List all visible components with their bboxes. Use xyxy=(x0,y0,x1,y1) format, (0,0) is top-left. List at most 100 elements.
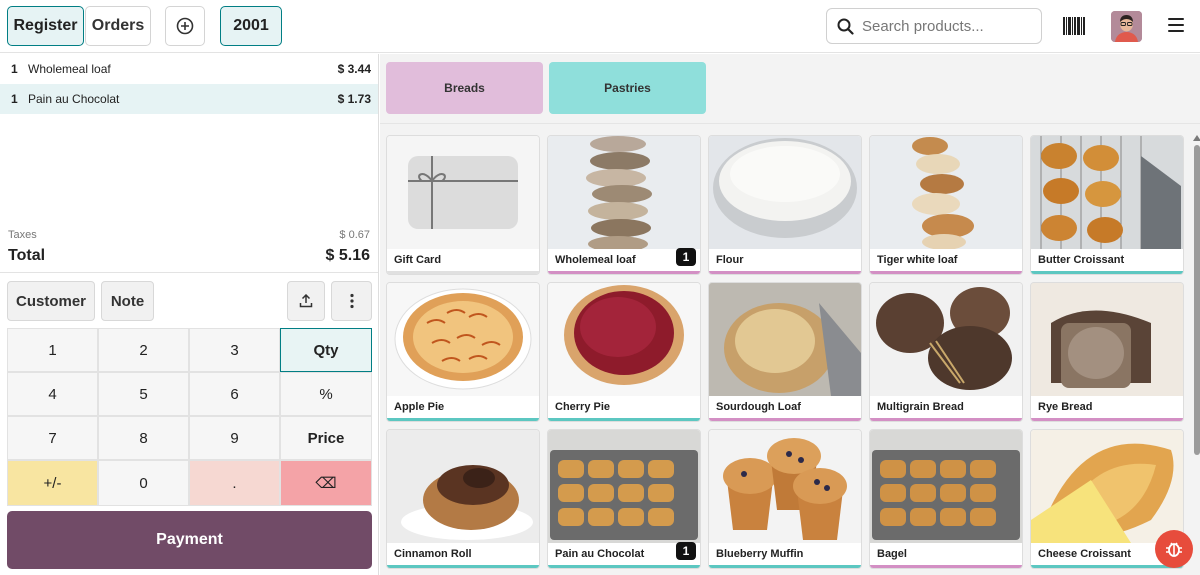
product-card-multigrain-bread[interactable]: Multigrain Bread xyxy=(869,282,1023,422)
product-image xyxy=(548,136,700,249)
category-bar xyxy=(1031,271,1183,274)
scroll-up-arrow-icon[interactable] xyxy=(1193,135,1200,141)
product-image xyxy=(709,430,861,543)
product-image xyxy=(548,283,700,396)
orders-button[interactable]: Orders xyxy=(85,6,151,46)
product-name: Cheese Croissant xyxy=(1038,548,1131,560)
category-bar xyxy=(548,565,700,568)
category-bar xyxy=(870,565,1022,568)
category-bar xyxy=(387,271,539,274)
category-bar xyxy=(387,565,539,568)
product-name: Pain au Chocolat xyxy=(555,548,645,560)
numpad-qty-mode[interactable]: Qty xyxy=(280,328,372,372)
divider xyxy=(0,272,378,273)
order-line-qty: 1 xyxy=(11,92,18,106)
product-image xyxy=(870,283,1022,396)
product-image xyxy=(1031,283,1183,396)
numpad-key-9[interactable]: 9 xyxy=(189,416,280,460)
category-bar xyxy=(1031,565,1183,568)
product-name: Cherry Pie xyxy=(555,401,611,413)
product-image xyxy=(387,283,539,396)
product-card-wholemeal-loaf[interactable]: Wholemeal loaf 1 xyxy=(547,135,701,275)
order-line-qty: 1 xyxy=(11,62,18,76)
customer-button[interactable]: Customer xyxy=(7,281,95,321)
order-tab-2001[interactable]: 2001 xyxy=(220,6,282,46)
numpad-sign-toggle[interactable]: +/- xyxy=(7,460,98,506)
category-pastries[interactable]: Pastries xyxy=(549,62,706,114)
share-button[interactable] xyxy=(287,281,325,321)
category-bar xyxy=(1031,418,1183,421)
category-bar xyxy=(709,418,861,421)
product-card-pain-au-chocolat[interactable]: Pain au Chocolat 1 xyxy=(547,429,701,569)
numpad-key-6[interactable]: 6 xyxy=(189,372,280,416)
barcode-icon[interactable] xyxy=(1063,17,1085,35)
numpad-key-7[interactable]: 7 xyxy=(7,416,98,460)
product-card-apple-pie[interactable]: Apple Pie xyxy=(386,282,540,422)
product-image xyxy=(709,283,861,396)
total-value: $ 5.16 xyxy=(325,247,370,264)
product-card-cinnamon-roll[interactable]: Cinnamon Roll xyxy=(386,429,540,569)
note-button[interactable]: Note xyxy=(101,281,154,321)
product-image xyxy=(387,430,539,543)
order-line-price: $ 3.44 xyxy=(337,62,371,76)
hamburger-menu-icon[interactable] xyxy=(1168,18,1184,32)
debug-button[interactable] xyxy=(1155,530,1193,568)
numpad-key-3[interactable]: 3 xyxy=(189,328,280,372)
product-card-butter-croissant[interactable]: Butter Croissant xyxy=(1030,135,1184,275)
search-input[interactable] xyxy=(862,17,1032,35)
category-bar xyxy=(709,271,861,274)
product-name: Cinnamon Roll xyxy=(394,548,472,560)
product-name: Bagel xyxy=(877,548,907,560)
order-line[interactable]: 1 Wholemeal loaf $ 3.44 xyxy=(0,54,378,84)
category-bar xyxy=(870,271,1022,274)
numpad-key-0[interactable]: 0 xyxy=(98,460,189,506)
product-grid: Gift Card Wholemeal loaf 1 Flour Tiger w… xyxy=(386,135,1188,575)
numpad-key-1[interactable]: 1 xyxy=(7,328,98,372)
scrollbar-thumb[interactable] xyxy=(1194,145,1200,455)
more-actions-button[interactable] xyxy=(331,281,372,321)
product-name: Gift Card xyxy=(394,254,442,266)
product-image xyxy=(709,136,861,249)
product-card-sourdough-loaf[interactable]: Sourdough Loaf xyxy=(708,282,862,422)
register-button[interactable]: Register xyxy=(7,6,84,46)
payment-button[interactable]: Payment xyxy=(7,511,372,569)
order-line-name: Wholemeal loaf xyxy=(28,62,111,76)
product-card-gift-card[interactable]: Gift Card xyxy=(386,135,540,275)
divider xyxy=(380,123,1200,124)
category-bar xyxy=(870,418,1022,421)
vertical-dots-icon xyxy=(349,293,354,309)
product-card-blueberry-muffin[interactable]: Blueberry Muffin xyxy=(708,429,862,569)
category-bar xyxy=(548,418,700,421)
new-order-button[interactable] xyxy=(165,6,205,46)
numpad: 1 2 3 Qty 4 5 6 % 7 8 9 Price +/- 0 . ⌫ xyxy=(7,328,372,506)
product-search-box[interactable] xyxy=(826,8,1042,44)
numpad-key-8[interactable]: 8 xyxy=(98,416,189,460)
product-name: Tiger white loaf xyxy=(877,254,958,266)
product-image xyxy=(870,136,1022,249)
product-image xyxy=(870,430,1022,543)
product-scrollbar[interactable] xyxy=(1193,135,1200,575)
product-name: Blueberry Muffin xyxy=(716,548,804,560)
category-breads[interactable]: Breads xyxy=(386,62,543,114)
avatar[interactable] xyxy=(1111,11,1142,42)
numpad-price-mode[interactable]: Price xyxy=(280,416,372,460)
product-card-cherry-pie[interactable]: Cherry Pie xyxy=(547,282,701,422)
numpad-key-5[interactable]: 5 xyxy=(98,372,189,416)
backspace-icon[interactable]: ⌫ xyxy=(280,460,372,506)
product-name: Sourdough Loaf xyxy=(716,401,801,413)
numpad-discount-mode[interactable]: % xyxy=(280,372,372,416)
order-line-selected[interactable]: 1 Pain au Chocolat $ 1.73 xyxy=(0,84,378,114)
product-card-bagel[interactable]: Bagel xyxy=(869,429,1023,569)
numpad-key-4[interactable]: 4 xyxy=(7,372,98,416)
search-icon xyxy=(837,18,854,35)
category-bar xyxy=(548,271,700,274)
numpad-decimal-key[interactable]: . xyxy=(189,460,280,506)
product-card-tiger-white-loaf[interactable]: Tiger white loaf xyxy=(869,135,1023,275)
product-card-rye-bread[interactable]: Rye Bread xyxy=(1030,282,1184,422)
product-image xyxy=(548,430,700,543)
bug-icon xyxy=(1166,542,1182,557)
numpad-key-2[interactable]: 2 xyxy=(98,328,189,372)
product-card-flour[interactable]: Flour xyxy=(708,135,862,275)
upload-icon xyxy=(299,294,313,308)
top-bar: Register Orders 2001 xyxy=(0,0,1200,53)
